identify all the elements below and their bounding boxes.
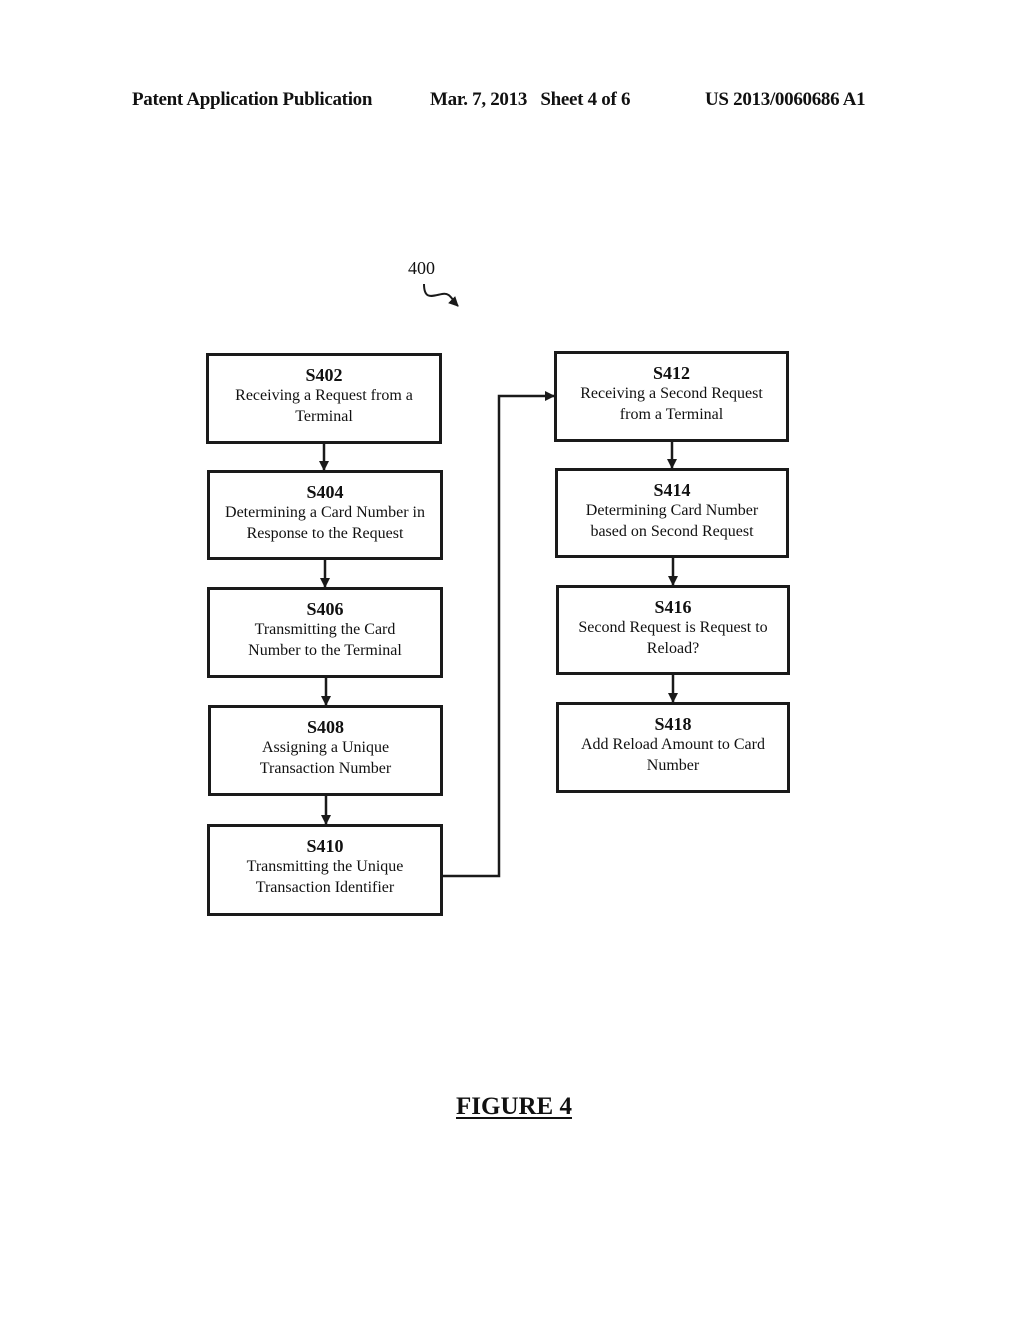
step-text: Assigning a Unique Transaction Number [259, 739, 392, 777]
diagram-reference-number: 400 [408, 258, 435, 278]
step-id: S408 [306, 717, 344, 737]
step-text: Add Reload Amount to Card Number [581, 736, 765, 774]
header-publication-number: US 2013/0060686 A1 [705, 89, 866, 110]
header-date-sheet: Mar. 7, 2013 Sheet 4 of 6 [430, 89, 631, 110]
step-text: Transmitting the Card Number to the Term… [248, 621, 402, 659]
step-text: Determining a Card Number in Response to… [225, 504, 425, 542]
step-id: S412 [652, 363, 690, 383]
step-id: S406 [306, 599, 344, 619]
step-box-s402: S402 Receiving a Request from a Terminal [206, 353, 442, 444]
step-box-s414: S414 Determining Card Number based on Se… [555, 468, 789, 558]
step-box-s406: S406 Transmitting the Card Number to the… [207, 587, 443, 678]
step-text: Receiving a Request from a Terminal [235, 387, 413, 425]
step-box-s410: S410 Transmitting the Unique Transaction… [207, 824, 443, 916]
step-text: Second Request is Request to Reload? [578, 619, 768, 657]
connector-layer [319, 283, 678, 878]
step-box-s416: S416 Second Request is Request to Reload… [556, 585, 790, 675]
step-text: Transmitting the Unique Transaction Iden… [246, 858, 404, 896]
arrow-s410-s412 [442, 391, 555, 878]
step-box-s408: S408 Assigning a Unique Transaction Numb… [208, 705, 443, 796]
step-id: S414 [653, 480, 691, 500]
step-box-s418: S418 Add Reload Amount to Card Number [556, 702, 790, 793]
step-id: S410 [306, 836, 344, 856]
header-publication-type: Patent Application Publication [132, 89, 373, 110]
step-text: Receiving a Second Request from a Termin… [580, 385, 763, 423]
step-id: S404 [306, 482, 344, 502]
step-id: S402 [305, 365, 343, 385]
step-box-s404: S404 Determining a Card Number in Respon… [207, 470, 443, 560]
reference-pointer-arrow [423, 283, 459, 307]
step-id: S418 [654, 714, 692, 734]
step-text: Determining Card Number based on Second … [585, 502, 759, 540]
figure-label: FIGURE 4 [456, 1093, 572, 1120]
step-box-s412: S412 Receiving a Second Request from a T… [554, 351, 789, 442]
step-id: S416 [654, 597, 692, 617]
